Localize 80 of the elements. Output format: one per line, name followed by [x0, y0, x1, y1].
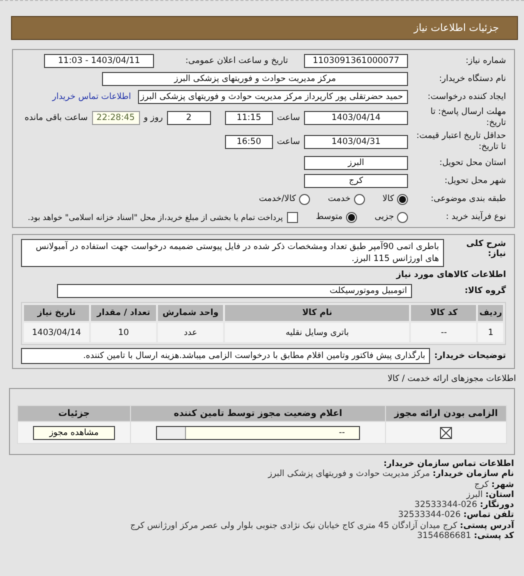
section-title: اطلاعات مجوزهای ارائه خدمت / کالا — [388, 374, 516, 384]
option-label: جزیی — [374, 212, 394, 222]
field-value: 11:15 — [224, 111, 273, 125]
option-label: متوسط — [316, 212, 343, 222]
field-value: 1403/04/14 — [304, 111, 408, 125]
column-header: نام کالا — [225, 305, 410, 321]
contact-value: کرج میدان آزادگان 45 متری کاج خیابان نیک نژادی جنوبی بلوار ولی عصر مرکز اورژانس کرج — [130, 520, 458, 531]
field-label: گروه کالا: — [464, 286, 506, 296]
description-box: باطری اتمی 90آمپر طبق تعداد ومشخصات ذکر شده در فایل پیوستی ضمیمه درخواست جهت استفاده در آمبولانس های اورژانس 115 البرز. — [21, 239, 444, 267]
option-label: خدمت — [328, 194, 351, 204]
field-label: حداقل تاریخ اعتبار قیمت: تا تاریخ: — [415, 131, 506, 153]
contact-value: مرکز مدیریت حوادث و فوریتهای پزشکی البرز — [268, 469, 430, 480]
column-header: واحد شمارش — [158, 305, 223, 321]
field-label: نام دستگاه خریدار: — [438, 74, 506, 84]
field-label: شرح کلی نیاز: — [465, 239, 506, 259]
section-title: اطلاعات کالاهای مورد نیاز — [394, 270, 506, 280]
field-label: تاریخ و ساعت اعلان عمومی: — [184, 56, 288, 66]
status-dropdown[interactable]: -- — [156, 426, 360, 440]
field-value: کرج — [304, 174, 408, 188]
field-label: روز و — [144, 113, 163, 123]
page-title: جزئیات اطلاعات نیاز — [414, 22, 499, 34]
radio-button[interactable] — [354, 194, 365, 204]
contact-label: استان: — [485, 490, 514, 500]
contact-label: نام سازمان خریدار: — [432, 469, 514, 480]
column-header: الزامی بودن ارائه مجوز — [386, 406, 506, 421]
contact-label: شهر: — [491, 480, 514, 490]
column-header: ردیف — [478, 305, 503, 321]
column-header: تعداد / مقدار — [91, 305, 156, 321]
field-label: ایجاد کننده درخواست: — [426, 92, 506, 102]
field-label: ساعت — [276, 137, 300, 147]
option-label: کالا — [382, 194, 394, 204]
checkbox-label: پرداخت تمام یا بخشی از مبلغ خرید،از محل "اسناد خزانه اسلامی" خواهد بود. — [28, 212, 283, 222]
field-label: توضیحات خریدار: — [434, 351, 506, 361]
table-cell: -- — [411, 323, 476, 342]
contact-value: 026-32533344 — [398, 510, 461, 520]
table-cell: 10 — [91, 323, 156, 342]
contact-value: البرز — [466, 490, 483, 500]
field-value: 1103091361000077 — [304, 54, 408, 68]
radio-button[interactable] — [397, 212, 408, 222]
field-value: 16:50 — [224, 135, 273, 149]
buyer-contact-link[interactable]: اطلاعات تماس خریدار — [52, 92, 131, 102]
field-label: شماره نیاز: — [464, 56, 506, 66]
field-label: ساعت — [276, 113, 300, 123]
field-label: مهلت ارسال پاسخ: تا تاریخ: — [430, 107, 506, 129]
table-cell: 1403/04/14 — [24, 323, 89, 342]
checkbox[interactable] — [286, 212, 298, 222]
notes-box: بارگذاری پیش فاکتور وتامین اقلام مطابق با درخواست الزامی میباشد.هزینه ارسال با تامین کننده. — [21, 348, 430, 364]
field-value: البرز — [304, 156, 408, 170]
column-header: اعلام وضعیت مجوز توسط تامین کننده — [131, 406, 385, 421]
column-header: تاریخ نیاز — [24, 305, 89, 321]
goods-group-field: اتومبیل وموتورسیکلت — [57, 284, 412, 298]
field-label: ساعت باقی مانده — [24, 113, 88, 123]
view-license-button[interactable]: مشاهده مجوز — [33, 426, 115, 440]
contact-value: کرج — [474, 480, 489, 490]
field-label: شهر محل تحویل: — [443, 176, 506, 186]
contact-value: 3154686681 — [417, 531, 472, 542]
contact-label: تلفن تماس: — [463, 510, 514, 520]
contact-title: اطلاعات تماس سازمان خریدار: — [382, 459, 514, 470]
table-cell: 1 — [478, 323, 503, 342]
contact-value: 026-32533344 — [414, 500, 478, 510]
field-value: مرکز مدیریت حوادث و فوریتهای پزشکی البرز — [102, 72, 408, 86]
radio-button[interactable] — [346, 212, 357, 222]
contact-label: دورنگار: — [480, 500, 514, 510]
field-value: 1403/04/31 — [304, 135, 408, 149]
countdown-field: 22:28:45 — [92, 111, 140, 125]
contact-label: کد پستی: — [474, 531, 514, 542]
radio-button[interactable] — [397, 194, 408, 204]
column-header: کد کالا — [411, 305, 476, 321]
field-label: نوع فرآیند خرید : — [444, 212, 506, 222]
field-label: استان محل تحویل: — [438, 158, 506, 168]
table-cell: باتری وسایل نقلیه — [225, 323, 410, 342]
field-value: 1403/04/11 - 11:03 — [44, 54, 154, 68]
field-value: 2 — [166, 111, 211, 125]
table-cell: عدد — [158, 323, 223, 342]
option-label: کالا/خدمت — [258, 194, 296, 204]
column-header: جزئیات — [18, 406, 130, 421]
field-value: حمید حضرتقلی پور کارپرداز مرکز مدیریت حوادث و فوریتهای پزشکی البرز — [138, 90, 408, 104]
field-label: طبقه بندی موضوعی: — [430, 194, 506, 204]
radio-button[interactable] — [298, 194, 310, 204]
contact-label: آدرس پستی: — [460, 520, 514, 531]
